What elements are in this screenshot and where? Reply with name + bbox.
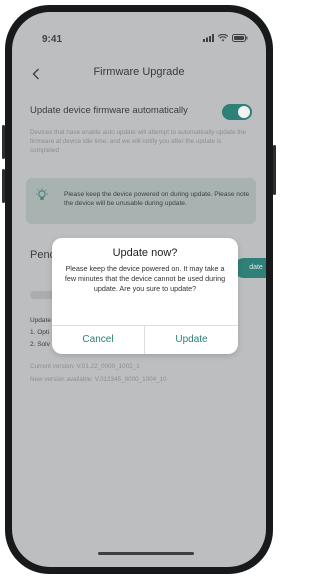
nav-bar: Firmware Upgrade (12, 62, 266, 86)
cancel-button[interactable]: Cancel (52, 326, 144, 354)
auto-update-description: Devices that have enable auto update wil… (30, 129, 246, 154)
dialog-title: Update now? (112, 247, 178, 259)
side-button (273, 145, 276, 195)
auto-update-row: Update device firmware automatically (30, 103, 252, 121)
side-button (2, 169, 5, 203)
notice-box: Please keep the device powered on during… (26, 178, 256, 224)
notice-text: Please keep the device powered on during… (64, 191, 250, 207)
signal-icon (203, 34, 214, 42)
changelog-item: 2. Solv (30, 341, 50, 348)
dialog-message: Please keep the device powered on. It ma… (64, 264, 226, 293)
changelog-heading: Update (30, 317, 51, 324)
home-indicator (98, 552, 194, 555)
available-version: New version available: V.012345_0000_100… (30, 376, 167, 383)
auto-update-toggle[interactable] (222, 104, 252, 120)
update-confirm-dialog: Update now? Please keep the device power… (52, 238, 238, 354)
pending-update-button[interactable]: date (234, 258, 266, 278)
current-version: Current version: V.01.22_0000_1002_1 (30, 363, 140, 370)
changelog-item: 1. Opti (30, 329, 50, 336)
update-button[interactable]: Update (145, 326, 238, 354)
page-title: Firmware Upgrade (93, 66, 185, 78)
lightbulb-icon (36, 188, 48, 200)
auto-update-label: Update device firmware automatically (30, 105, 188, 116)
status-icons (203, 33, 248, 43)
status-time: 9:41 (42, 34, 63, 45)
toggle-knob (238, 106, 250, 118)
wifi-icon (218, 34, 228, 42)
status-bar: 9:41 (12, 12, 266, 52)
side-button (2, 125, 5, 159)
battery-icon (232, 34, 248, 42)
